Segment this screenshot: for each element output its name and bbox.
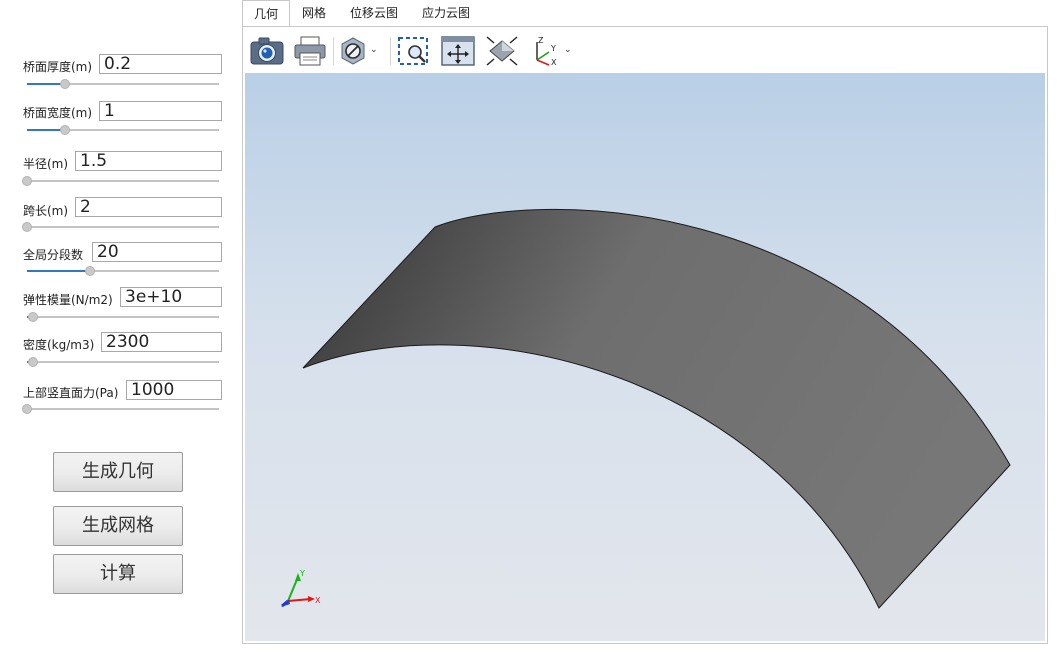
generate-geometry-button[interactable]: 生成几何 bbox=[53, 452, 183, 492]
curved-deck-surface bbox=[302, 208, 1011, 609]
elastic-modulus-label: 弹性模量(N/m2) bbox=[23, 293, 113, 307]
compute-button[interactable]: 计算 bbox=[53, 554, 183, 594]
span-length-label: 跨长(m) bbox=[23, 204, 69, 218]
deck-thickness-input[interactable] bbox=[99, 54, 222, 74]
toolbar-axis-z-label: Z bbox=[538, 36, 544, 45]
display-mode-icon[interactable]: ⌄ bbox=[338, 34, 382, 68]
3d-viewport[interactable]: Y X bbox=[245, 73, 1045, 641]
triad-y-label: Y bbox=[299, 569, 305, 578]
deck-thickness-label: 桥面厚度(m) bbox=[23, 60, 93, 74]
deck-thickness-slider[interactable] bbox=[27, 78, 219, 90]
geometry-viewer: ⌄ Z Y X ⌄ Y X bbox=[242, 26, 1048, 644]
global-segments-label: 全局分段数 bbox=[23, 248, 84, 262]
deck-width-slider[interactable] bbox=[27, 124, 219, 136]
zoom-box-icon[interactable] bbox=[395, 34, 433, 68]
density-label: 密度(kg/m3) bbox=[23, 338, 95, 352]
elastic-modulus-slider[interactable] bbox=[27, 311, 219, 323]
vertical-surface-load-label: 上部竖直面力(Pa) bbox=[23, 386, 119, 400]
triad-x-label: X bbox=[315, 596, 321, 605]
vertical-surface-load-input[interactable] bbox=[126, 380, 222, 400]
elastic-modulus-input[interactable] bbox=[120, 287, 222, 307]
tab-displacement-contour[interactable]: 位移云图 bbox=[344, 0, 404, 26]
span-length-input[interactable] bbox=[75, 197, 222, 217]
camera-icon[interactable] bbox=[248, 34, 286, 68]
view-cube-icon[interactable] bbox=[483, 34, 521, 68]
fit-all-icon[interactable] bbox=[439, 34, 477, 68]
bridge-deck-model: Y X bbox=[281, 208, 1011, 609]
density-input[interactable] bbox=[101, 332, 222, 352]
radius-slider[interactable] bbox=[22, 175, 219, 187]
slider-thumb[interactable] bbox=[22, 404, 32, 414]
tab-stress-contour[interactable]: 应力云图 bbox=[416, 0, 476, 26]
density-slider[interactable] bbox=[27, 356, 219, 368]
radius-label: 半径(m) bbox=[23, 157, 69, 171]
slider-thumb[interactable] bbox=[27, 357, 38, 367]
tab-bar: 几何 网格 位移云图 应力云图 bbox=[242, 0, 1057, 26]
slider-thumb[interactable] bbox=[22, 222, 32, 232]
slider-thumb[interactable] bbox=[85, 266, 96, 276]
toolbar-separator bbox=[390, 37, 391, 65]
toolbar-separator bbox=[333, 37, 334, 65]
deck-width-input[interactable] bbox=[99, 101, 222, 121]
slider-thumb[interactable] bbox=[60, 125, 71, 135]
viewer-toolbar: ⌄ Z Y X ⌄ bbox=[243, 27, 1047, 73]
chevron-down-icon: ⌄ bbox=[370, 45, 378, 55]
radius-input[interactable] bbox=[75, 151, 222, 171]
chevron-down-icon: ⌄ bbox=[564, 45, 572, 55]
generate-mesh-button[interactable]: 生成网格 bbox=[53, 506, 183, 546]
toolbar-axis-x-label: X bbox=[551, 58, 557, 67]
slider-thumb[interactable] bbox=[27, 312, 38, 322]
deck-width-label: 桥面宽度(m) bbox=[23, 106, 93, 120]
axis-orientation-icon[interactable]: Z Y X ⌄ bbox=[527, 34, 575, 68]
toolbar-axis-y-label: Y bbox=[550, 44, 556, 53]
span-length-slider[interactable] bbox=[22, 221, 219, 233]
tab-geometry[interactable]: 几何 bbox=[242, 0, 290, 26]
tab-mesh[interactable]: 网格 bbox=[294, 0, 334, 26]
print-icon[interactable] bbox=[291, 34, 329, 68]
slider-thumb[interactable] bbox=[22, 176, 32, 186]
orientation-triad: Y X bbox=[281, 569, 321, 608]
global-segments-input[interactable] bbox=[92, 242, 222, 262]
slider-thumb[interactable] bbox=[60, 79, 71, 89]
vertical-surface-load-slider[interactable] bbox=[22, 403, 219, 415]
global-segments-slider[interactable] bbox=[27, 265, 219, 277]
